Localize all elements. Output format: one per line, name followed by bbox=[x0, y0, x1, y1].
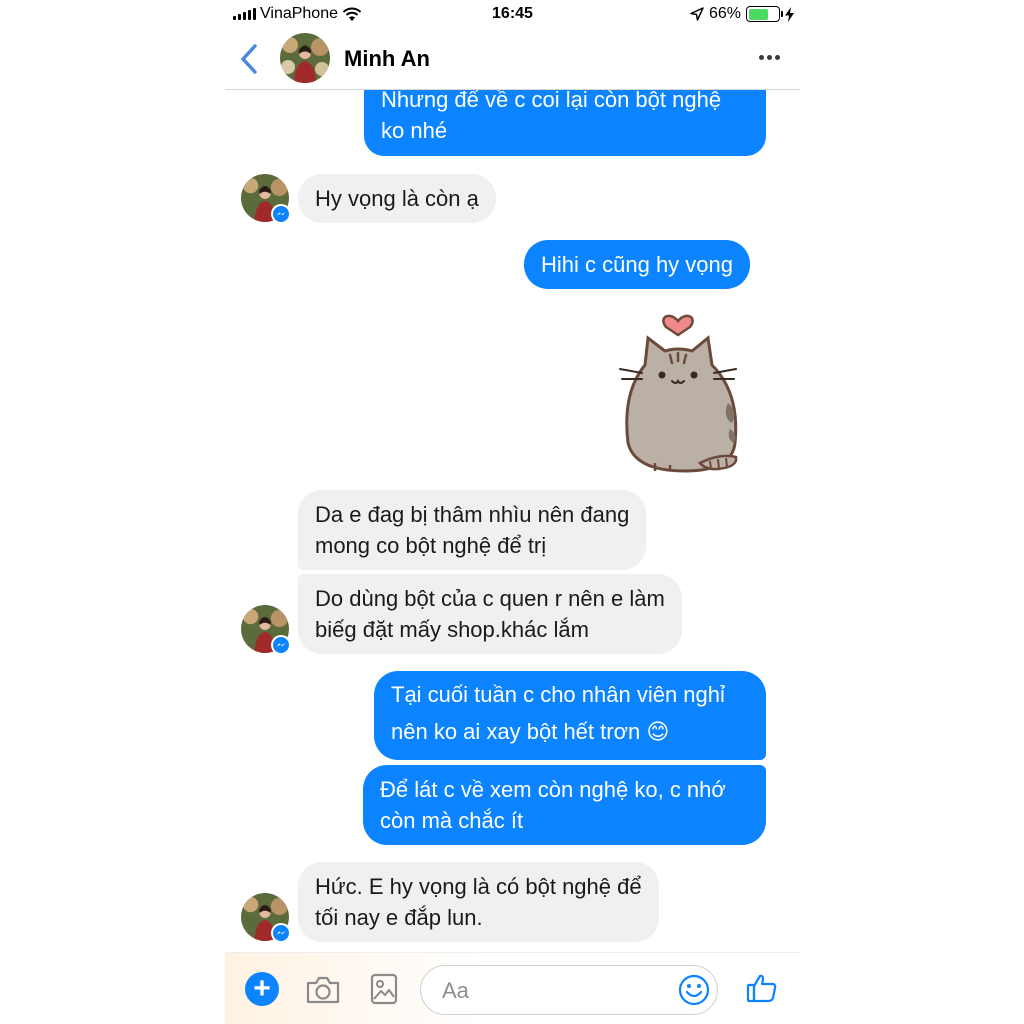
messenger-badge-icon bbox=[271, 923, 291, 943]
back-chevron-icon[interactable] bbox=[237, 42, 263, 76]
message-line: nên ko ai xay bột hết trơn bbox=[391, 719, 641, 744]
message-composer: + Aa bbox=[225, 952, 800, 1024]
message-line: Hihi c cũng hy vọng bbox=[541, 252, 733, 277]
contact-name[interactable]: Minh An bbox=[344, 46, 430, 72]
thumbs-up-icon[interactable] bbox=[746, 972, 778, 1004]
smiley-icon[interactable] bbox=[677, 973, 711, 1007]
pusheen-cat-heart-sticker[interactable] bbox=[610, 303, 760, 478]
message-bubble-incoming[interactable]: Do dùng bột của c quen r nên e làm biếg … bbox=[298, 574, 682, 654]
message-bubble-incoming[interactable]: Hy vọng là còn ạ bbox=[298, 174, 496, 223]
message-line: còn mà chắc ít bbox=[380, 808, 524, 833]
message-bubble-incoming[interactable]: Da e đag bị thâm nhìu nên đang mong co b… bbox=[298, 490, 647, 570]
sender-avatar[interactable] bbox=[241, 174, 291, 224]
charging-bolt-icon bbox=[785, 6, 794, 22]
message-line: ko nhé bbox=[381, 118, 448, 143]
message-line: Tại cuối tuần c cho nhân viên nghỉ bbox=[391, 682, 725, 707]
battery-percent: 66% bbox=[708, 5, 741, 22]
message-line: tối nay e đắp lun. bbox=[315, 905, 483, 930]
messenger-badge-icon bbox=[271, 635, 291, 655]
message-line: mong co bột nghệ để trị bbox=[315, 533, 547, 558]
plus-icon[interactable]: + bbox=[245, 972, 279, 1006]
messenger-screen: VinaPhone 16:45 66% Minh An Nhưng để về … bbox=[225, 0, 800, 1024]
sender-avatar[interactable] bbox=[241, 605, 291, 655]
message-line: Hức. E hy vọng là có bột nghệ để bbox=[315, 874, 642, 899]
battery-icon bbox=[746, 6, 783, 22]
camera-icon[interactable] bbox=[305, 975, 341, 1005]
message-line: Da e đag bị thâm nhìu nên đang bbox=[315, 502, 630, 527]
message-line: Để lát c về xem còn nghệ ko, c nhớ bbox=[380, 777, 726, 802]
photo-icon[interactable] bbox=[370, 973, 398, 1005]
message-line: Do dùng bột của c quen r nên e làm bbox=[315, 586, 665, 611]
message-line: biếg đặt mấy shop.khác lắm bbox=[315, 617, 589, 642]
more-dots-icon[interactable] bbox=[759, 55, 780, 60]
status-bar: VinaPhone 16:45 66% bbox=[225, 0, 800, 28]
message-input[interactable]: Aa bbox=[420, 965, 718, 1015]
message-line: Hy vọng là còn ạ bbox=[315, 186, 479, 211]
message-bubble-outgoing[interactable]: Tại cuối tuần c cho nhân viên nghỉ nên k… bbox=[374, 671, 766, 760]
message-bubble-outgoing[interactable]: Để lát c về xem còn nghệ ko, c nhớ còn m… bbox=[363, 765, 766, 845]
sender-avatar[interactable] bbox=[241, 893, 291, 943]
message-bubble-incoming[interactable]: Hức. E hy vọng là có bột nghệ để tối nay… bbox=[298, 862, 659, 942]
contact-avatar[interactable] bbox=[280, 33, 330, 83]
conversation-header: Minh An bbox=[225, 28, 800, 90]
location-arrow-icon bbox=[690, 7, 704, 21]
message-bubble-outgoing[interactable]: Hihi c cũng hy vọng bbox=[524, 240, 750, 289]
messenger-badge-icon bbox=[271, 204, 291, 224]
smiling-emoji: 😊 bbox=[646, 719, 670, 744]
message-input-placeholder: Aa bbox=[442, 978, 469, 1003]
